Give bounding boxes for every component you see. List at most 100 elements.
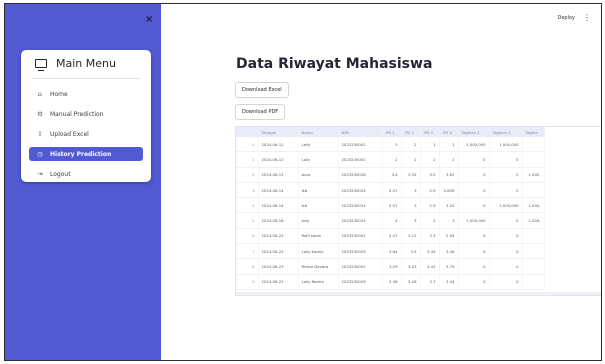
table-cell: 2023230024 (338, 212, 383, 229)
column-header[interactable] (236, 127, 259, 137)
table-cell: 3 (382, 137, 402, 153)
main-content: Deploy ⋮ Data Riwayat Mahasiswa Download… (161, 4, 601, 360)
table-cell (522, 243, 545, 260)
table-row: 2 2024-06-13 Aura 2023230028 3.4 3.35 3.5 3.63 0… (236, 167, 545, 183)
table-cell: 0 (489, 243, 523, 260)
main-menu-card: Main Menu ⌂ Home ⚙ Manual Prediction ⇧ Upload… (21, 50, 151, 182)
table-cell: 2024-06-23 (258, 228, 299, 245)
table-cell: 2 (420, 212, 440, 229)
table-cell: 3.44 (439, 274, 459, 290)
table-cell: 2 (382, 151, 402, 168)
column-header[interactable]: IPS 1 (382, 127, 402, 137)
table-cell: Aura (298, 167, 339, 183)
table-cell: 3.43 (420, 258, 440, 275)
table-cell: 2.9 (420, 182, 440, 199)
table-cell: 3.25 (439, 197, 459, 214)
table-cell: 2024-06-12 (258, 151, 299, 168)
table-cell: 3.49 (420, 243, 440, 260)
sidebar-item-history-prediction[interactable]: ◷ History Prediction (29, 147, 143, 161)
table-cell: Laily Kadriz (298, 243, 339, 260)
sidebar-item-label: History Prediction (50, 150, 112, 158)
row-index: 3 (236, 182, 259, 199)
column-header[interactable]: Tagihan 2 (489, 127, 523, 137)
table-cell: 0 (458, 243, 490, 260)
table-cell: 3.23 (401, 258, 421, 275)
table-cell: 2023230002 (338, 228, 383, 245)
table-cell: 0 (489, 274, 523, 290)
close-sidebar-icon[interactable]: × (145, 14, 153, 25)
history-table[interactable]: Tanggal Nama NIM IPS 1 IPS 2 IPS 3 IPS 4 Tagiha… (235, 126, 601, 296)
menu-title-label: Main Menu (56, 57, 116, 70)
table-cell: 2.57 (382, 182, 402, 199)
table-cell: 1 (439, 137, 459, 153)
sidebar-item-label: Home (50, 90, 68, 98)
logout-icon: ⇥ (37, 170, 43, 178)
column-header[interactable]: Tagihan 1 (458, 127, 490, 137)
table-cell: 1,000,000 (458, 212, 490, 229)
table-cell: 0.835 (439, 182, 459, 199)
table-cell: Ikti (298, 182, 339, 199)
table-cell: 3 (401, 182, 421, 199)
table-cell: 0 (489, 258, 523, 275)
sidebar-item-upload-excel[interactable]: ⇧ Upload Excel (29, 127, 143, 141)
table-cell: 1,000,000 (489, 197, 523, 214)
column-header[interactable]: Tagiha (522, 127, 545, 137)
sidebar-item-label: Logout (50, 170, 71, 178)
table-cell: 3 (401, 212, 421, 229)
table-row: 9 2024-06-23 Laily Badria 2023230029 3.38 3.2… (236, 274, 545, 290)
table-cell: 2 (401, 151, 421, 168)
table-cell: 1,000, (522, 167, 545, 183)
table-row: 1 2024-06-12 Laily 2023230002 2 2 2 2 0 0 (236, 151, 545, 168)
table-cell: 3.63 (439, 167, 459, 183)
table-cell: 3.38 (382, 274, 402, 290)
table-cell: 2.94 (439, 228, 459, 245)
download-excel-button[interactable]: Download Excel (235, 82, 289, 98)
row-index: 4 (236, 197, 259, 214)
table-cell: 2024-06-12 (258, 137, 299, 153)
column-header[interactable]: IPS 2 (401, 127, 421, 137)
deploy-button[interactable]: Deploy (557, 15, 575, 21)
table-cell: 3 (401, 197, 421, 214)
table-cell: 2023230024 (338, 197, 383, 214)
table-cell: 3.28 (401, 274, 421, 290)
menu-divider (31, 78, 141, 79)
table-cell: 2023230002 (338, 137, 383, 153)
table-cell: 3.3 (420, 228, 440, 245)
table-cell (522, 258, 545, 275)
sidebar-item-manual-prediction[interactable]: ⚙ Manual Prediction (29, 107, 143, 121)
table-cell: 2023230028 (338, 167, 383, 183)
table-row: 8 2024-06-23 Rhesa Devara 2023230002 3.29 3.2… (236, 258, 545, 275)
table-cell: Laily Badria (298, 274, 339, 290)
row-index: 0 (236, 137, 259, 153)
upload-icon: ⇧ (37, 130, 43, 138)
row-index: 9 (236, 274, 259, 290)
table-cell: 2024-06-13 (258, 167, 299, 183)
column-header[interactable]: NIM (338, 127, 383, 137)
column-header[interactable]: IPS 3 (420, 127, 440, 137)
column-header[interactable]: IPS 4 (439, 127, 459, 137)
sidebar-item-logout[interactable]: ⇥ Logout (29, 167, 143, 181)
table-cell: 1,000,000 (489, 137, 523, 153)
table-cell: 3.29 (382, 258, 402, 275)
horizontal-scrollbar[interactable] (236, 292, 601, 295)
column-header[interactable]: Nama (298, 127, 339, 137)
table-cell: laily (298, 212, 339, 229)
table-cell: 2 (401, 137, 421, 153)
row-index: 7 (236, 243, 259, 260)
table-row: 7 2024-06-23 Laily Kadriz 2023230029 3.64 3.5… (236, 243, 545, 260)
row-index: 2 (236, 167, 259, 183)
table-cell: 0 (489, 212, 523, 229)
table-cell (522, 182, 545, 199)
table-cell: 1 (420, 137, 440, 153)
sidebar-item-label: Manual Prediction (50, 110, 104, 118)
table-cell: 2023230024 (338, 182, 383, 199)
kebab-menu-icon[interactable]: ⋮ (583, 13, 591, 22)
column-header[interactable]: Tanggal (258, 127, 299, 137)
table-row: 4 2024-06-14 ikti 2023230024 2.57 3 2.9 3.25 0 1,… (236, 197, 545, 214)
table-cell: Laily (298, 137, 339, 153)
download-pdf-button[interactable]: Download PDF (235, 104, 286, 120)
sidebar-item-home[interactable]: ⌂ Home (29, 87, 143, 101)
table-cell: 2023230029 (338, 274, 383, 290)
table-row: 0 2024-06-12 Laily 2023230002 3 2 1 1 1,000,000 1… (236, 137, 545, 153)
table-cell: 3.12 (401, 228, 421, 245)
